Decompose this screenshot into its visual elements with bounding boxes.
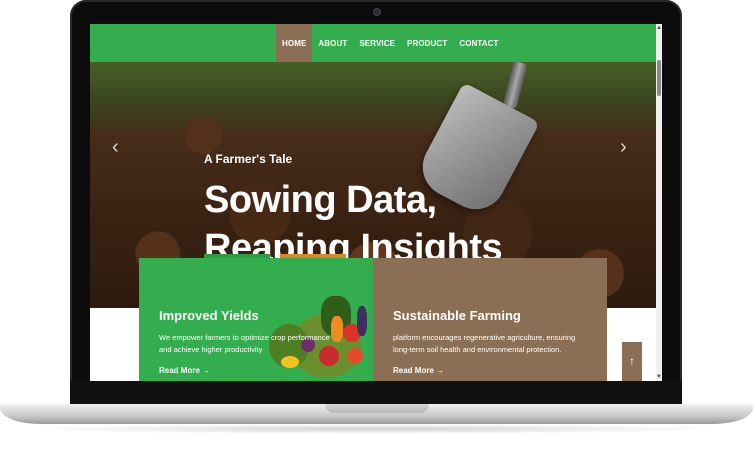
- card-text: We empower farmers to optimize crop perf…: [159, 333, 330, 354]
- scroll-down-arrow-icon[interactable]: ▼: [656, 373, 662, 381]
- hero-eyebrow: A Farmer's Tale: [204, 152, 293, 166]
- scrollbar-thumb[interactable]: [657, 60, 661, 96]
- card-text: platform encourages regenerative agricul…: [393, 333, 576, 354]
- read-more-link[interactable]: Read More →: [393, 366, 444, 375]
- feature-card-improved-yields: Improved Yields We empower farmers to op…: [139, 258, 373, 381]
- nav-item-service[interactable]: SERVICE: [353, 24, 401, 62]
- webcam: [374, 9, 380, 15]
- scroll-to-top-button[interactable]: ↑: [622, 342, 642, 381]
- laptop-shadow: [20, 424, 733, 434]
- nav-item-home[interactable]: HOME: [276, 24, 313, 62]
- chevron-left-icon[interactable]: ‹: [112, 136, 119, 159]
- chevron-right-icon[interactable]: ›: [620, 136, 627, 159]
- laptop-notch: [325, 404, 429, 413]
- nav-menu: HOME ABOUT SERVICE PRODUCT CONTACT: [276, 24, 505, 62]
- card-title: Improved Yields: [159, 308, 259, 323]
- nav-item-about[interactable]: ABOUT: [312, 24, 353, 62]
- laptop-bezel-bottom: [70, 381, 682, 405]
- nav-item-contact[interactable]: CONTACT: [453, 24, 504, 62]
- vegetables-image: [261, 276, 373, 381]
- read-more-link[interactable]: Read More →: [159, 366, 210, 375]
- scroll-up-arrow-icon[interactable]: ▲: [656, 24, 662, 32]
- arrow-up-icon: ↑: [629, 354, 635, 368]
- card-title: Sustainable Farming: [393, 308, 521, 323]
- navbar: HOME ABOUT SERVICE PRODUCT CONTACT: [90, 24, 656, 62]
- browser-screen: ‹ › A Farmer's Tale Sowing Data, Reaping…: [90, 24, 662, 381]
- feature-card-sustainable-farming: Sustainable Farming platform encourages …: [373, 258, 607, 381]
- nav-item-product[interactable]: PRODUCT: [401, 24, 453, 62]
- scrollbar[interactable]: ▲ ▼: [656, 24, 662, 381]
